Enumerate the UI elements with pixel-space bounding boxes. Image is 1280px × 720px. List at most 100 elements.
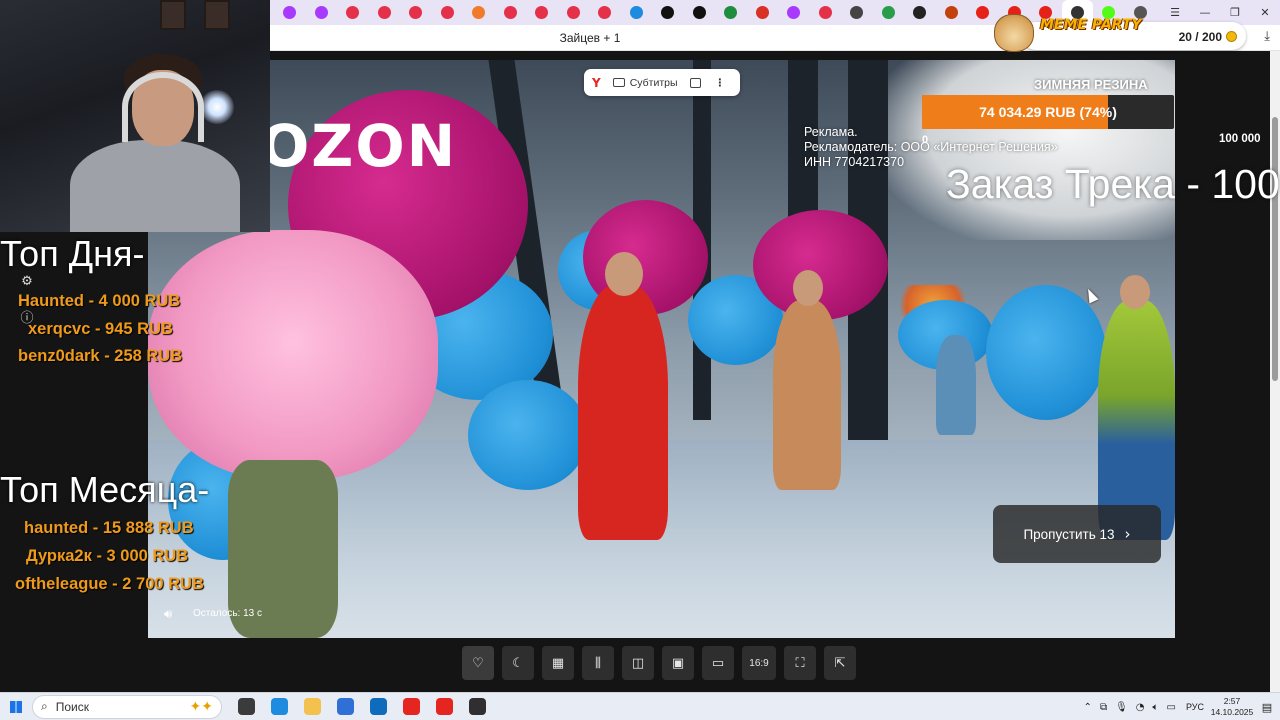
obs-studio-icon[interactable] bbox=[461, 693, 494, 720]
wall-picture bbox=[204, 0, 230, 30]
page-scrollbar[interactable] bbox=[1270, 51, 1280, 692]
copilot-sparkle-icon: ✦✦ bbox=[189, 698, 213, 715]
edge-browser-icon[interactable] bbox=[263, 693, 296, 720]
globe-icon bbox=[850, 6, 864, 19]
tray-overflow-icon[interactable]: ⌃ bbox=[1080, 702, 1096, 713]
battery-icon[interactable]: ▭ bbox=[1163, 702, 1180, 713]
scrollbar-thumb[interactable] bbox=[1272, 117, 1278, 381]
picture-in-picture-icon[interactable]: ▣ bbox=[662, 646, 694, 680]
check-icon bbox=[881, 6, 895, 19]
browser-tab[interactable] bbox=[684, 0, 716, 25]
subtitles-button[interactable]: Субтитры bbox=[630, 77, 678, 89]
outlook-icon-glyph bbox=[370, 698, 387, 715]
browser-tab[interactable] bbox=[589, 0, 621, 25]
ad-remaining-time: Осталось: 13 с bbox=[193, 608, 262, 619]
browser-tab[interactable] bbox=[715, 0, 747, 25]
umbrella bbox=[468, 380, 588, 490]
download-icon[interactable]: ⤓ bbox=[1264, 29, 1270, 44]
network-icon[interactable]: ⧉ bbox=[1096, 702, 1111, 713]
chevron-right-icon: › bbox=[1124, 525, 1131, 543]
browser-tab[interactable] bbox=[495, 0, 527, 25]
goal-title: ЗИМНЯЯ РЕЗИНА bbox=[1034, 77, 1148, 92]
browser-tab[interactable] bbox=[369, 0, 401, 25]
notifications-icon[interactable]: ▤ bbox=[1254, 701, 1280, 714]
browser-tab[interactable] bbox=[652, 0, 684, 25]
browser-tab[interactable] bbox=[747, 0, 779, 25]
circle-icon bbox=[661, 6, 675, 19]
taskbar-search[interactable]: ⌕ Поиск ✦✦ bbox=[32, 694, 222, 719]
fullscreen-icon[interactable]: ⛶ bbox=[784, 646, 816, 680]
sheets-icon bbox=[724, 6, 738, 19]
ozon-icon bbox=[566, 6, 580, 19]
browser-tab[interactable] bbox=[526, 0, 558, 25]
mini-player-icon[interactable]: ▭ bbox=[702, 646, 734, 680]
clock-time: 2:57 bbox=[1223, 696, 1241, 706]
face bbox=[793, 270, 823, 306]
file-explorer-icon[interactable] bbox=[296, 693, 329, 720]
mirror-icon[interactable]: ◫ bbox=[622, 646, 654, 680]
task-view-icon[interactable] bbox=[230, 693, 263, 720]
skip-ad-button[interactable]: Пропустить 13 › bbox=[993, 505, 1161, 563]
ozon-icon bbox=[409, 6, 423, 19]
browser-tab[interactable] bbox=[873, 0, 905, 25]
info-icon[interactable]: ⓘ bbox=[20, 312, 34, 326]
night-mode-moon-icon[interactable]: ☾ bbox=[502, 646, 534, 680]
megamarket-icon bbox=[472, 6, 486, 19]
file-explorer-icon-glyph bbox=[304, 698, 321, 715]
input-language[interactable]: РУС bbox=[1180, 702, 1210, 712]
close-icon[interactable]: ✕ bbox=[1250, 0, 1280, 25]
top-month-row: haunted - 15 888 RUB bbox=[24, 519, 194, 537]
browser-tab[interactable] bbox=[778, 0, 810, 25]
yandex-browser-icon[interactable] bbox=[395, 693, 428, 720]
system-tray: ⌃ ⧉ 🎙︎ ◔ 🔈︎ ▭ РУС 2:57 14.10.2025 ▤ bbox=[1080, 693, 1280, 720]
top-day-row: Haunted - 4 000 RUB bbox=[18, 292, 181, 310]
lamp bbox=[200, 90, 234, 124]
video-player[interactable]: OZON Реклама. Рекламодатель: ООО «Интерн… bbox=[148, 60, 1175, 638]
wildberries-icon bbox=[283, 6, 297, 19]
browser-tab[interactable] bbox=[463, 0, 495, 25]
yandex-logo-icon[interactable]: Y bbox=[592, 76, 601, 90]
search-placeholder: Поиск bbox=[55, 699, 89, 714]
microphone-icon[interactable]: 🎙︎ bbox=[1111, 702, 1132, 713]
browser-tab[interactable] bbox=[904, 0, 936, 25]
picture-in-picture-icon[interactable] bbox=[689, 77, 701, 88]
browser-tab[interactable] bbox=[558, 0, 590, 25]
obs-studio-icon-glyph bbox=[469, 698, 486, 715]
search-icon: ⌕ bbox=[41, 699, 48, 713]
ozon-icon bbox=[535, 6, 549, 19]
face bbox=[1120, 275, 1150, 309]
wifi-icon[interactable]: ◔ bbox=[1132, 702, 1149, 713]
outlook-icon[interactable] bbox=[362, 693, 395, 720]
volume-icon[interactable]: 🔊︎ bbox=[164, 607, 172, 622]
meme-party-count: 20 / 200 bbox=[1178, 30, 1222, 44]
edge-icon bbox=[629, 6, 643, 19]
start-button[interactable] bbox=[0, 693, 32, 720]
browser-tab[interactable] bbox=[337, 0, 369, 25]
browser-tab[interactable] bbox=[841, 0, 873, 25]
audio-wave-icon[interactable]: ⫼ bbox=[582, 646, 614, 680]
browser-tab[interactable] bbox=[621, 0, 653, 25]
more-options-icon[interactable]: ⋮ bbox=[715, 77, 726, 89]
grid-icon[interactable]: ▦ bbox=[542, 646, 574, 680]
windows-logo-icon bbox=[10, 700, 22, 713]
streamer-body bbox=[70, 140, 240, 232]
open-external-icon[interactable]: ⇱ bbox=[824, 646, 856, 680]
chart-icon bbox=[944, 6, 958, 19]
coin-icon bbox=[1226, 31, 1237, 42]
microsoft-store-icon-glyph bbox=[337, 698, 354, 715]
like-heart-icon[interactable]: ♡ bbox=[462, 646, 494, 680]
browser-tab[interactable] bbox=[936, 0, 968, 25]
streamer-webcam bbox=[0, 0, 270, 232]
speaker-icon[interactable]: 🔈︎ bbox=[1149, 702, 1163, 713]
top-day-row: benz0dark - 258 RUB bbox=[18, 347, 183, 365]
settings-gear-icon[interactable]: ⚙ bbox=[20, 275, 34, 289]
browser-tab[interactable] bbox=[400, 0, 432, 25]
browser-tab[interactable] bbox=[274, 0, 306, 25]
browser-tab[interactable] bbox=[432, 0, 464, 25]
browser-tab[interactable] bbox=[306, 0, 338, 25]
browser-tab[interactable] bbox=[810, 0, 842, 25]
clock[interactable]: 2:57 14.10.2025 bbox=[1210, 696, 1254, 718]
aspect-ratio-button[interactable]: 16:9 bbox=[742, 646, 776, 680]
yandex-icon[interactable] bbox=[428, 693, 461, 720]
microsoft-store-icon[interactable] bbox=[329, 693, 362, 720]
